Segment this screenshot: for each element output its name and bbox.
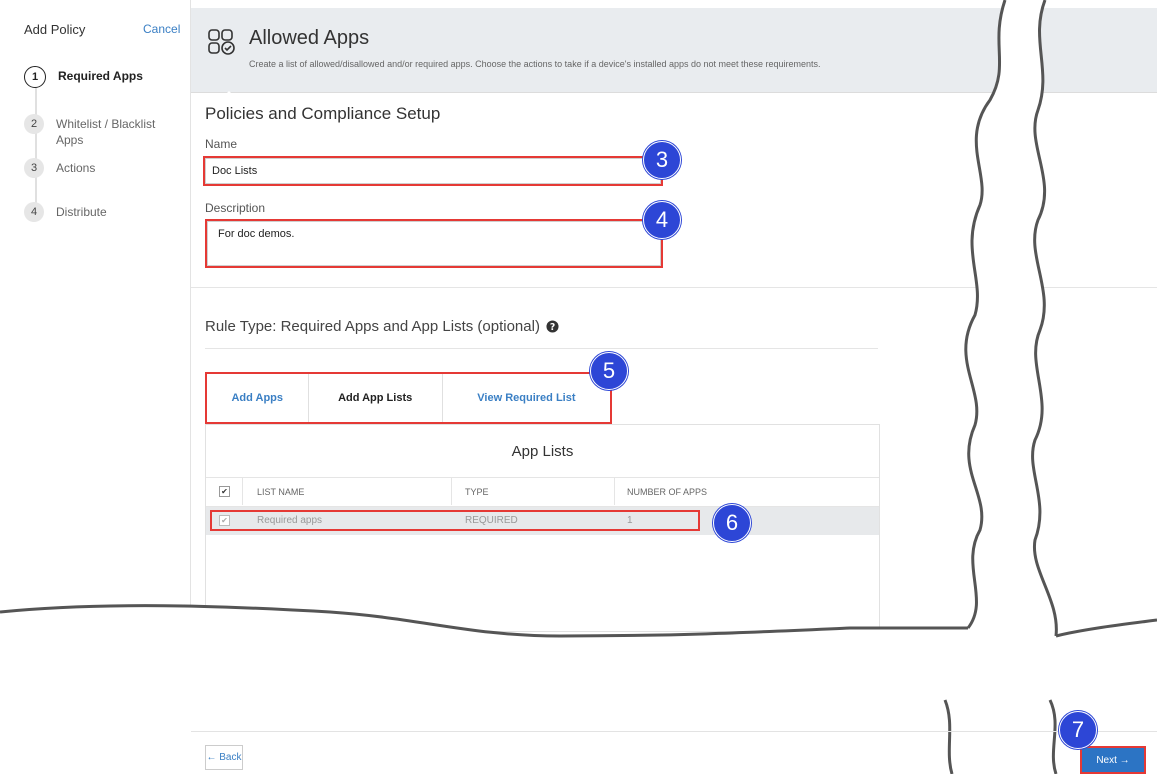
callout-badge: 5 — [590, 352, 628, 390]
next-button[interactable]: Next → — [1080, 746, 1146, 774]
torn-page-overlay — [0, 0, 1157, 774]
callout-badge: 3 — [643, 141, 681, 179]
back-button[interactable]: ← Back — [205, 745, 243, 770]
callout-badge: 7 — [1059, 711, 1097, 749]
footer-divider — [191, 731, 1157, 732]
callout-badge: 4 — [643, 201, 681, 239]
callout-badge: 6 — [713, 504, 751, 542]
